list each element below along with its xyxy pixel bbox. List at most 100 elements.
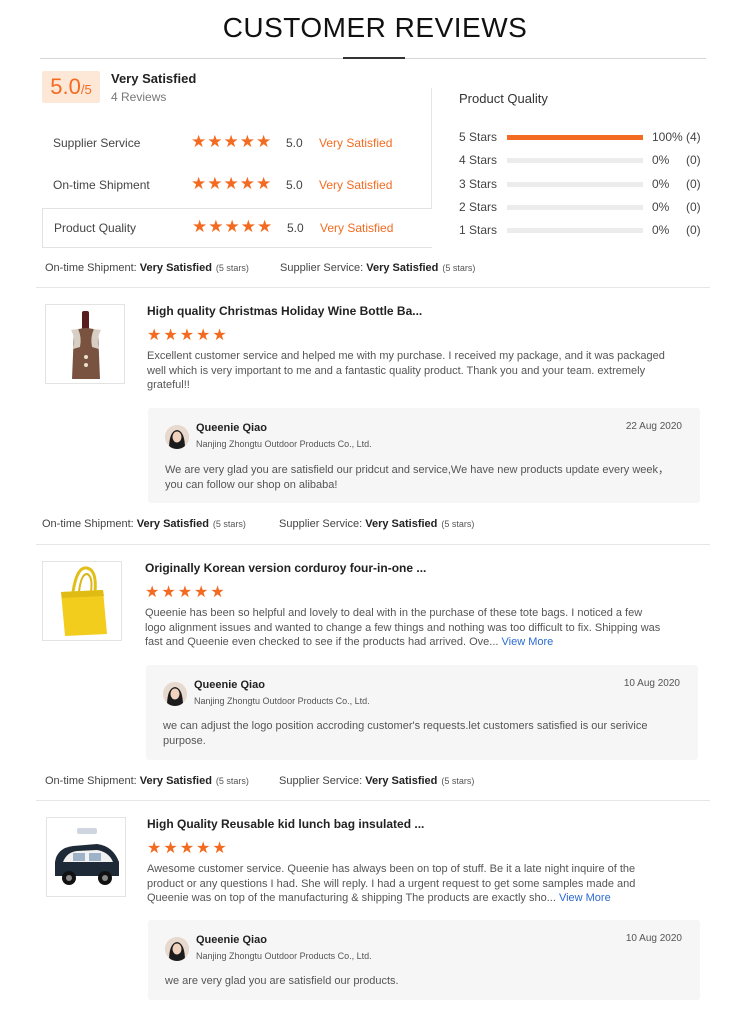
seller-name: Queenie Qiao (196, 934, 267, 946)
metric-label: Very Satisfied (319, 178, 393, 192)
distribution-percent: 0% (652, 177, 670, 191)
view-more-link[interactable]: View More (559, 892, 611, 904)
sub-stars: (5 stars) (441, 519, 475, 529)
sub-value: Very Satisfied (366, 262, 439, 274)
star-rating-icon: ★★★★★ (192, 217, 274, 236)
reply-date: 10 Aug 2020 (623, 678, 680, 689)
product-thumbnail-lunch-bag[interactable] (46, 817, 126, 897)
shipment-rating-summary: On-time Shipment: Very Satisfied (5 stars… (45, 262, 249, 274)
product-thumbnail-tote-bag[interactable] (42, 561, 122, 641)
seller-company: Nanjing Zhongtu Outdoor Products Co., Lt… (196, 439, 372, 449)
sub-stars: (5 stars) (441, 776, 475, 786)
shipment-rating-summary: On-time Shipment: Very Satisfied (5 stars… (42, 518, 246, 530)
metric-name: Supplier Service (53, 136, 141, 150)
sub-value: Very Satisfied (139, 775, 212, 787)
metric-score: 5.0 (286, 136, 303, 150)
shipment-rating-summary: On-time Shipment: Very Satisfied (5 stars… (45, 775, 249, 787)
sub-label: Supplier Service: (279, 775, 363, 787)
service-rating-summary: Supplier Service: Very Satisfied (5 stars… (279, 775, 474, 787)
distribution-label: 3 Stars (459, 177, 498, 191)
distribution-label: 4 Stars (459, 153, 498, 167)
overall-score-badge: 5.0/5 (42, 71, 100, 103)
distribution-percent: 0% (652, 200, 670, 214)
sub-value: Very Satisfied (365, 518, 438, 530)
seller-avatar (163, 682, 187, 706)
seller-reply: Queenie Qiao Nanjing Zhongtu Outdoor Pro… (148, 920, 700, 1000)
metric-row-supplier-service[interactable]: Supplier Service ★★★★★ 5.0 Very Satisfie… (42, 124, 432, 164)
overall-score: 5.0 (50, 74, 81, 99)
reply-text: we are very glad you are satisfield our … (165, 975, 399, 987)
service-rating-summary: Supplier Service: Very Satisfied (5 stars… (279, 518, 474, 530)
distribution-count: (4) (686, 130, 701, 144)
distribution-count: (0) (686, 177, 701, 191)
distribution-label: 2 Stars (459, 200, 498, 214)
sub-label: Supplier Service: (279, 518, 363, 530)
distribution-row-3: 3 Stars 0% (0) (459, 177, 709, 193)
tote-bag-image (43, 562, 121, 640)
metric-score: 5.0 (287, 221, 304, 235)
sub-label: Supplier Service: (280, 262, 364, 274)
reply-text: We are very glad you are satisfield our … (165, 464, 670, 491)
review-product-title[interactable]: Originally Korean version corduroy four-… (145, 561, 426, 575)
sub-stars: (5 stars) (215, 263, 249, 273)
seller-avatar (165, 425, 189, 449)
metric-row-on-time-shipment[interactable]: On-time Shipment ★★★★★ 5.0 Very Satisfie… (42, 166, 432, 206)
distribution-count: (0) (686, 200, 701, 214)
seller-avatar (165, 937, 189, 961)
view-more-link[interactable]: View More (502, 636, 554, 648)
section-divider (36, 800, 710, 801)
distribution-title: Product Quality (459, 91, 548, 106)
distribution-bar-track (507, 182, 643, 187)
sub-label: On-time Shipment: (45, 262, 137, 274)
distribution-row-5: 5 Stars 100% (4) (459, 130, 709, 146)
distribution-row-4: 4 Stars 0% (0) (459, 153, 709, 169)
police-car-lunch-bag-image (47, 818, 125, 896)
distribution-percent: 0% (652, 223, 670, 237)
metric-label: Very Satisfied (319, 136, 393, 150)
star-rating-icon: ★★★★★ (191, 132, 273, 151)
distribution-row-1: 1 Stars 0% (0) (459, 223, 709, 239)
distribution-bar-fill (507, 135, 643, 140)
seller-reply: Queenie Qiao Nanjing Zhongtu Outdoor Pro… (148, 408, 700, 503)
sub-stars: (5 stars) (442, 263, 476, 273)
review-text: Queenie has been so helpful and lovely t… (145, 607, 661, 648)
seller-company: Nanjing Zhongtu Outdoor Products Co., Lt… (194, 696, 370, 706)
sub-label: On-time Shipment: (42, 518, 134, 530)
review-star-icon: ★★★★★ (145, 584, 227, 601)
sub-value: Very Satisfied (139, 262, 212, 274)
section-divider (36, 287, 710, 288)
metric-name: Product Quality (54, 221, 137, 235)
review-body: Awesome customer service. Queenie has al… (147, 862, 667, 906)
reply-text: we can adjust the logo position accrodin… (163, 720, 648, 747)
distribution-row-2: 2 Stars 0% (0) (459, 200, 709, 216)
seller-reply: Queenie Qiao Nanjing Zhongtu Outdoor Pro… (146, 665, 698, 760)
distribution-percent: 0% (652, 153, 670, 167)
distribution-label: 1 Stars (459, 223, 498, 237)
sub-value: Very Satisfied (136, 518, 209, 530)
seller-name: Queenie Qiao (194, 679, 265, 691)
reply-date: 22 Aug 2020 (625, 421, 682, 432)
metric-score: 5.0 (286, 178, 303, 192)
metric-label: Very Satisfied (320, 221, 394, 235)
review-count: 4 Reviews (111, 90, 167, 104)
sub-stars: (5 stars) (212, 519, 246, 529)
page-title: CUSTOMER REVIEWS (222, 12, 528, 43)
product-thumbnail-wine-bag[interactable] (45, 304, 125, 384)
review-text: Excellent customer service and helped me… (147, 350, 665, 391)
metric-name: On-time Shipment (53, 178, 150, 192)
metric-row-product-quality[interactable]: Product Quality ★★★★★ 5.0 Very Satisfied (42, 208, 432, 248)
review-body: Queenie has been so helpful and lovely t… (145, 606, 665, 650)
distribution-count: (0) (686, 223, 701, 237)
distribution-bar-track (507, 135, 643, 140)
sub-label: On-time Shipment: (45, 775, 137, 787)
section-divider (36, 544, 710, 545)
sub-value: Very Satisfied (365, 775, 438, 787)
review-product-title[interactable]: High quality Christmas Holiday Wine Bott… (147, 304, 422, 318)
review-star-icon: ★★★★★ (147, 840, 229, 857)
distribution-count: (0) (686, 153, 701, 167)
review-product-title[interactable]: High Quality Reusable kid lunch bag insu… (147, 817, 424, 831)
review-star-icon: ★★★★★ (147, 327, 229, 344)
reply-date: 10 Aug 2020 (625, 933, 682, 944)
distribution-bar-track (507, 205, 643, 210)
star-rating-icon: ★★★★★ (191, 174, 273, 193)
